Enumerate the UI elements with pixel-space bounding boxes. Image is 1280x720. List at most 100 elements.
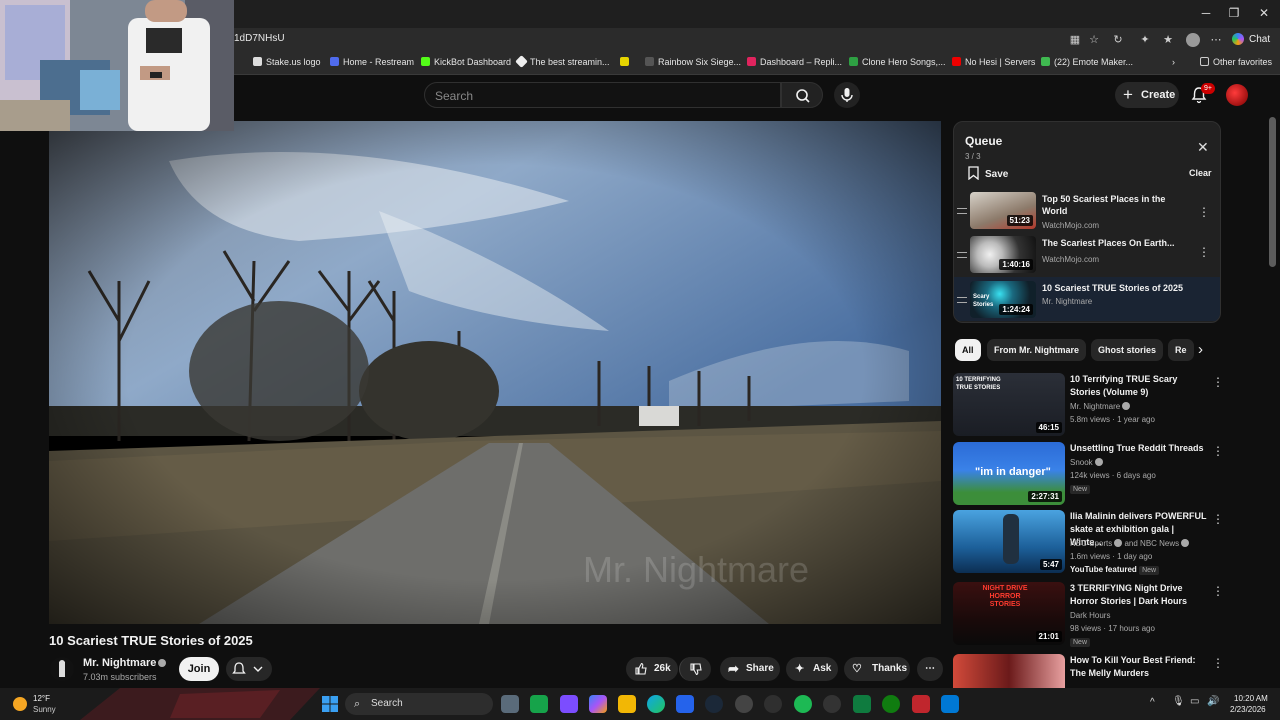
tray-overflow-icon[interactable]: ^	[1150, 697, 1155, 708]
recommendation-item[interactable]: NIGHT DRIVE HORROR STORIES 21:01 3 TERRI…	[953, 582, 1224, 647]
drag-handle-icon[interactable]	[957, 208, 967, 214]
nvidia-app-icon[interactable]	[530, 695, 548, 713]
extensions-icon[interactable]: ✦	[1138, 33, 1152, 47]
queue-item[interactable]: 51:23 Top 50 Scariest Places in the Worl…	[954, 188, 1220, 232]
recommendation-channel[interactable]: Snook	[1070, 458, 1103, 467]
more-actions-button[interactable]: ⋯	[917, 657, 943, 681]
settings-gear-icon[interactable]	[764, 695, 782, 713]
recommendation-item[interactable]: "im in danger" 2:27:31 Unsettling True R…	[953, 442, 1224, 506]
channel-avatar[interactable]	[50, 657, 74, 681]
recommendation-item[interactable]: 10 TERRIFYING TRUE STORIES 46:15 10 Terr…	[953, 373, 1224, 437]
minimize-icon[interactable]: ─	[1198, 6, 1214, 22]
chip-partial[interactable]: Re	[1168, 339, 1194, 361]
recommendation-title[interactable]: Unsettling True Reddit Threads	[1070, 442, 1208, 455]
url-text[interactable]: 1dD7NHsU	[234, 33, 285, 44]
file-explorer-icon[interactable]	[618, 695, 636, 713]
xbox-icon[interactable]	[882, 695, 900, 713]
video-thumbnail[interactable]: 10 TERRIFYING TRUE STORIES 46:15	[953, 373, 1065, 436]
clock-time[interactable]: 10:20 AM	[1234, 694, 1268, 703]
network-icon[interactable]: ▭	[1190, 696, 1199, 707]
more-vertical-icon[interactable]: ⋮	[1212, 444, 1224, 458]
create-button[interactable]: + Create	[1115, 82, 1179, 108]
queue-video-title[interactable]: The Scariest Places On Earth...	[1042, 237, 1190, 249]
bookmark-item[interactable]	[620, 57, 633, 67]
save-queue-button[interactable]: Save	[968, 166, 1008, 181]
weather-condition[interactable]: Sunny	[33, 705, 56, 714]
chips-next-icon[interactable]: ›	[1198, 341, 1203, 358]
taskbar-search[interactable]: ⌕ Search	[345, 693, 493, 715]
task-view-icon[interactable]	[501, 695, 519, 713]
bookmark-item[interactable]: Clone Hero Songs,...	[849, 57, 946, 67]
voice-search-button[interactable]	[834, 82, 860, 108]
bookmark-item[interactable]: Stake.us logo	[253, 57, 321, 67]
video-thumbnail[interactable]: NIGHT DRIVE HORROR STORIES 21:01	[953, 582, 1065, 645]
weather-temperature[interactable]: 12°F	[33, 694, 50, 703]
spotify-icon[interactable]	[794, 695, 812, 713]
video-player[interactable]: Mr. Nightmare	[49, 121, 941, 624]
copilot-chat-button[interactable]: Chat	[1232, 31, 1278, 49]
microsoft-store-icon[interactable]	[676, 695, 694, 713]
more-vertical-icon[interactable]: ⋮	[1198, 205, 1210, 219]
recommendation-channel[interactable]: Mr. Nightmare	[1070, 402, 1131, 411]
more-vertical-icon[interactable]: ⋮	[1198, 245, 1210, 259]
ask-button[interactable]: ✦ Ask	[786, 657, 838, 681]
bookmark-item[interactable]: The best streamin...	[515, 55, 610, 68]
recommendation-channel[interactable]: NBC Sports and NBC News	[1070, 539, 1190, 548]
clear-queue-button[interactable]: Clear	[1189, 168, 1212, 178]
video-thumbnail[interactable]: 5:47	[953, 510, 1065, 573]
bookmark-item[interactable]: KickBot Dashboard	[421, 57, 511, 67]
page-scrollbar[interactable]	[1269, 117, 1276, 267]
remote-desktop-icon[interactable]	[941, 695, 959, 713]
queue-video-title[interactable]: 10 Scariest TRUE Stories of 2025	[1042, 282, 1190, 294]
bookmark-folder[interactable]: Other favorites	[1200, 57, 1272, 67]
chip-from-channel[interactable]: From Mr. Nightmare	[987, 339, 1087, 361]
youtube-account-avatar[interactable]	[1226, 84, 1248, 106]
queue-video-title[interactable]: Top 50 Scariest Places in the World	[1042, 193, 1190, 217]
steam-icon[interactable]	[705, 695, 723, 713]
bookmark-item[interactable]: Home - Restream	[330, 57, 414, 67]
queue-item[interactable]: 1:40:16 The Scariest Places On Earth... …	[954, 232, 1220, 276]
search-input[interactable]: Search	[424, 82, 781, 108]
video-thumbnail[interactable]: 51:23	[970, 192, 1036, 229]
refresh-extension-icon[interactable]: ↻	[1111, 33, 1125, 47]
bookmark-item[interactable]: No Hesi | Servers	[952, 57, 1035, 67]
search-button[interactable]	[781, 82, 823, 108]
video-thumbnail[interactable]: "im in danger" 2:27:31	[953, 442, 1065, 505]
weather-sun-icon[interactable]	[13, 697, 27, 711]
clock-date[interactable]: 2/23/2026	[1230, 705, 1266, 714]
edge-browser-icon[interactable]	[647, 695, 665, 713]
more-options-icon[interactable]: ⋯	[1209, 33, 1223, 47]
bookmark-item[interactable]: Rainbow Six Siege...	[645, 57, 741, 67]
channel-name[interactable]: Mr. Nightmare	[83, 657, 167, 669]
video-thumbnail[interactable]: Scary Stories 1:24:24	[970, 281, 1036, 318]
dislike-button[interactable]	[679, 657, 711, 681]
thanks-button[interactable]: ♡ Thanks	[844, 657, 910, 681]
copilot-taskbar-icon[interactable]	[589, 695, 607, 713]
chip-all[interactable]: All	[955, 339, 981, 361]
discord-icon[interactable]	[560, 695, 578, 713]
more-vertical-icon[interactable]: ⋮	[1212, 375, 1224, 389]
join-button[interactable]: Join	[179, 657, 219, 681]
volume-icon[interactable]: 🔊	[1207, 696, 1219, 707]
bookmark-item[interactable]: (22) Emote Maker...	[1041, 57, 1133, 67]
share-button[interactable]: ➦ Share	[720, 657, 780, 681]
microphone-tray-icon[interactable]: 🎙	[1172, 696, 1185, 707]
like-button[interactable]: 26k	[626, 657, 678, 681]
racing-game-icon[interactable]	[912, 695, 930, 713]
drag-handle-icon[interactable]	[957, 252, 967, 258]
drag-handle-icon[interactable]	[957, 297, 967, 303]
favorite-star-icon[interactable]: ☆	[1087, 33, 1101, 47]
queue-item-current[interactable]: Scary Stories 1:24:24 10 Scariest TRUE S…	[954, 277, 1220, 321]
chip-ghost-stories[interactable]: Ghost stories	[1091, 339, 1164, 361]
video-thumbnail[interactable]: 1:40:16	[970, 236, 1036, 273]
recommendation-title[interactable]: 3 TERRIFYING Night Drive Horror Stories …	[1070, 582, 1208, 608]
bookmark-item[interactable]: Dashboard – Repli...	[747, 57, 842, 67]
profile-avatar-icon[interactable]	[1186, 33, 1200, 47]
maximize-icon[interactable]: ❐	[1226, 6, 1242, 22]
favorites-icon[interactable]: ★	[1161, 33, 1175, 47]
recommendation-title[interactable]: 10 Terrifying TRUE Scary Stories (Volume…	[1070, 373, 1208, 399]
app-available-icon[interactable]: ▦	[1068, 33, 1082, 47]
more-vertical-icon[interactable]: ⋮	[1212, 512, 1224, 526]
subscription-bell-button[interactable]	[226, 657, 272, 681]
close-queue-icon[interactable]: ✕	[1197, 139, 1209, 156]
